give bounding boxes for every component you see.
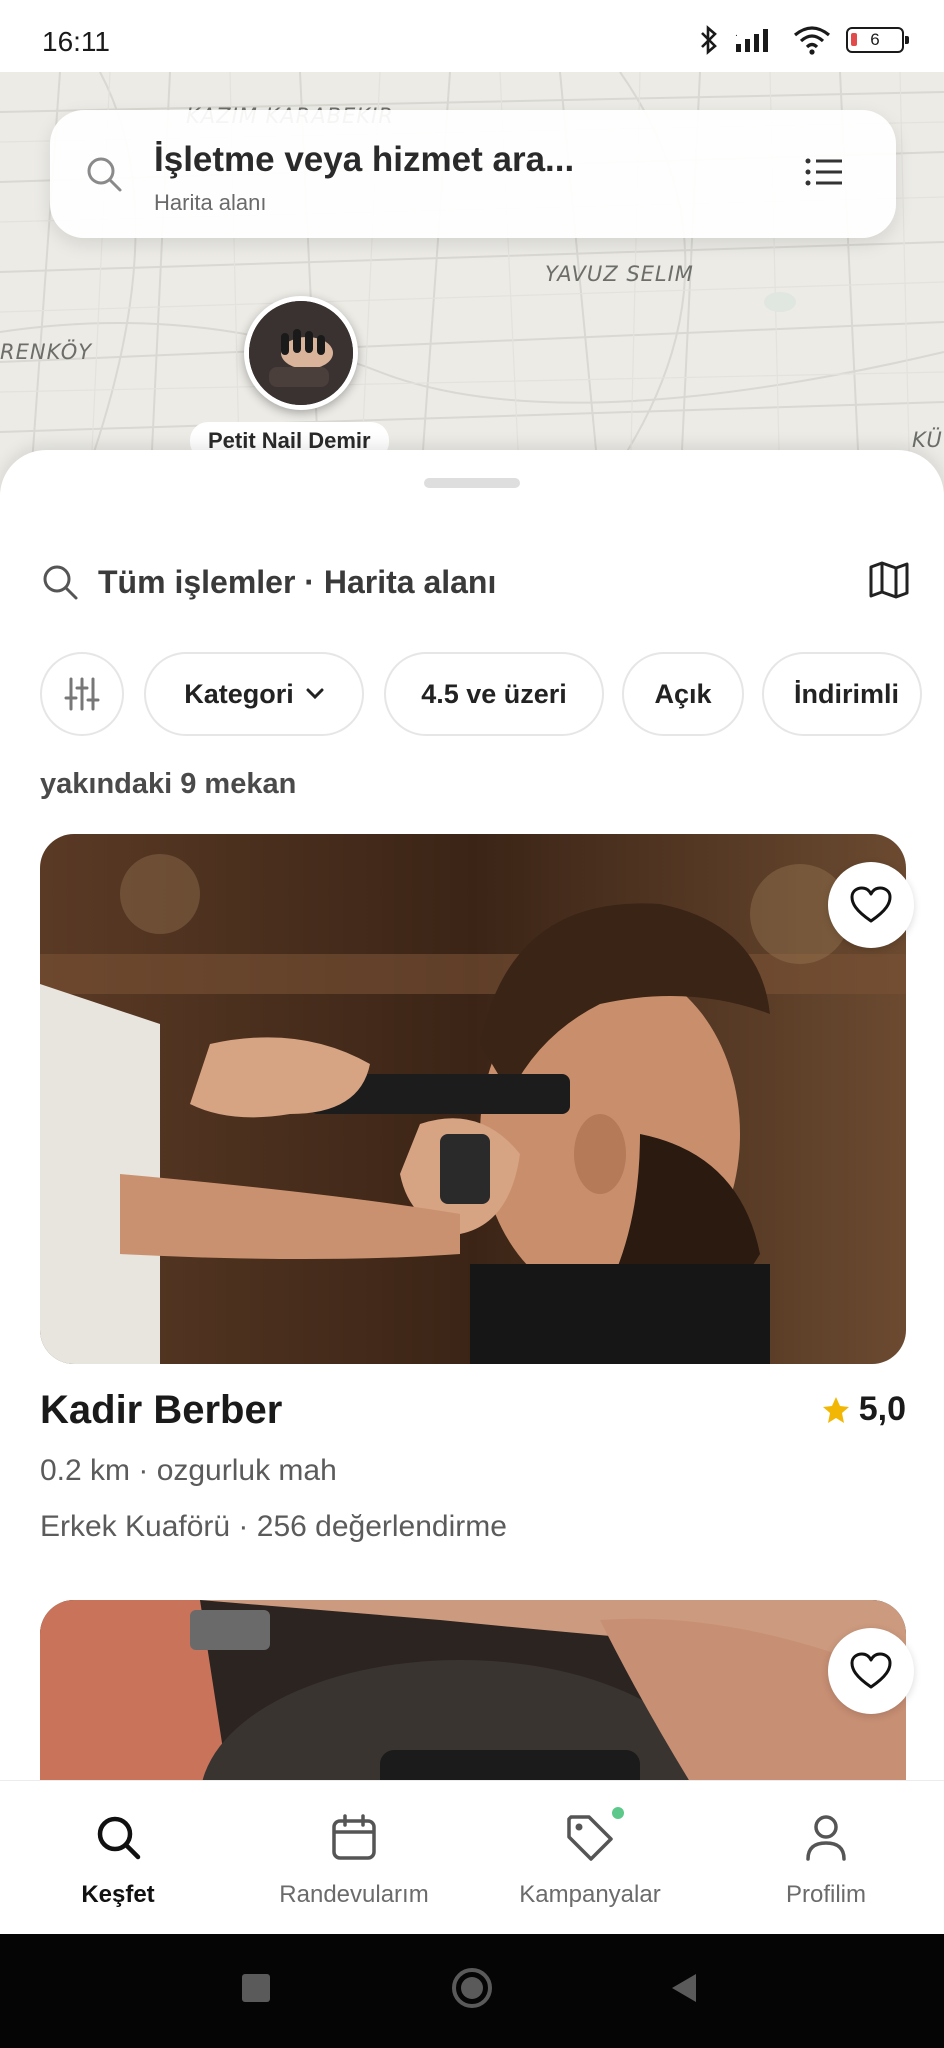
status-bar: 16:11 . 6 <box>0 0 944 72</box>
battery-icon: 6 <box>846 27 909 53</box>
venue-name[interactable]: Kadir Berber <box>40 1388 282 1433</box>
sheet-search-bar[interactable]: Tüm işlemler · Harita alanı <box>40 550 910 616</box>
tab-kesfet[interactable]: Keşfet <box>0 1781 236 1935</box>
filter-rating-label: 4.5 ve üzeri <box>421 678 567 709</box>
map-search-title: İşletme veya hizmet ara... <box>154 140 575 179</box>
map-search-bar[interactable]: İşletme veya hizmet ara... Harita alanı <box>50 110 896 238</box>
filter-open-label: Açık <box>654 678 712 709</box>
wifi-icon <box>793 26 831 55</box>
filter-category-label: Kategori <box>184 678 294 709</box>
filter-rating-chip[interactable]: 4.5 ve üzeri <box>384 652 604 736</box>
sheet-drag-handle[interactable] <box>424 478 520 488</box>
results-sheet: Tüm işlemler · Harita alanı Kategori 4.5… <box>0 450 944 1780</box>
map-label-yavuz-selim: YAVUZ SELIM <box>545 262 694 286</box>
filter-discount-chip[interactable]: İndirimli <box>762 652 922 736</box>
venue-rating-value: 5,0 <box>858 1390 906 1428</box>
tab-profilim[interactable]: Profilim <box>708 1781 944 1935</box>
battery-level: 6 <box>870 30 880 49</box>
home-icon[interactable] <box>450 1966 494 2010</box>
search-icon <box>87 157 122 192</box>
svg-text:.: . <box>735 29 738 39</box>
filter-discount-label: İndirimli <box>794 678 900 709</box>
tag-icon <box>567 1815 613 1861</box>
filter-category-chip[interactable]: Kategori <box>144 652 364 736</box>
venue-rating: 5,0 <box>821 1390 906 1429</box>
recent-apps-icon[interactable] <box>240 1972 272 2004</box>
chevron-down-icon <box>306 688 324 700</box>
back-icon[interactable] <box>668 1972 700 2004</box>
star-icon <box>822 1396 849 1423</box>
map-view[interactable]: KAZIM KARABEKIR YAVUZ SELIM RENKÖY KÜ İş… <box>0 72 944 492</box>
barber-photo <box>40 1600 906 1780</box>
barber-photo <box>40 834 906 1364</box>
bottom-tab-bar: Keşfet Randevularım Kampanyalar Profilim <box>0 1780 944 1934</box>
list-icon[interactable] <box>804 156 844 188</box>
nail-photo <box>249 301 353 405</box>
heart-icon <box>850 886 892 923</box>
venue-card-image[interactable] <box>40 834 906 1364</box>
notification-dot <box>612 1807 624 1819</box>
results-count: yakındaki 9 mekan <box>40 768 297 800</box>
status-icons: . 6 <box>698 24 909 56</box>
filter-open-chip[interactable]: Açık <box>622 652 744 736</box>
tab-kampanyalar[interactable]: Kampanyalar <box>472 1781 708 1935</box>
map-search-subtitle: Harita alanı <box>154 190 267 215</box>
status-time: 16:11 <box>42 26 110 57</box>
venue-distance-address: 0.2 km · ozgurluk mah <box>40 1454 337 1487</box>
signal-icon: . <box>735 29 768 52</box>
search-icon <box>97 1816 141 1860</box>
tab-kesfet-label: Keşfet <box>81 1881 155 1908</box>
sliders-icon <box>64 677 100 711</box>
tab-randevularim-label: Randevularım <box>279 1881 429 1908</box>
venue-card-image[interactable] <box>40 1600 906 1780</box>
map-label-renkoy: RENKÖY <box>0 340 93 364</box>
sheet-search-text: Tüm işlemler · Harita alanı <box>98 564 497 600</box>
heart-icon <box>850 1652 892 1689</box>
map-label-ku: KÜ <box>912 428 943 452</box>
system-navigation-bar <box>0 1934 944 2048</box>
tab-kampanyalar-label: Kampanyalar <box>519 1881 661 1908</box>
bluetooth-icon <box>701 25 717 55</box>
filter-settings-button[interactable] <box>40 652 124 736</box>
venue-map-pin[interactable] <box>244 296 358 410</box>
tab-profilim-label: Profilim <box>785 1881 866 1908</box>
calendar-icon <box>332 1814 376 1860</box>
favorite-button[interactable] <box>828 862 914 948</box>
tab-randevularim[interactable]: Randevularım <box>236 1781 472 1935</box>
map-icon[interactable] <box>868 560 910 600</box>
user-icon <box>806 1815 846 1861</box>
favorite-button[interactable] <box>828 1628 914 1714</box>
filter-chips: Kategori 4.5 ve üzeri Açık İndirimli <box>40 650 944 740</box>
venue-category-reviews: Erkek Kuaförü · 256 değerlendirme <box>40 1510 507 1543</box>
search-icon <box>43 565 78 600</box>
